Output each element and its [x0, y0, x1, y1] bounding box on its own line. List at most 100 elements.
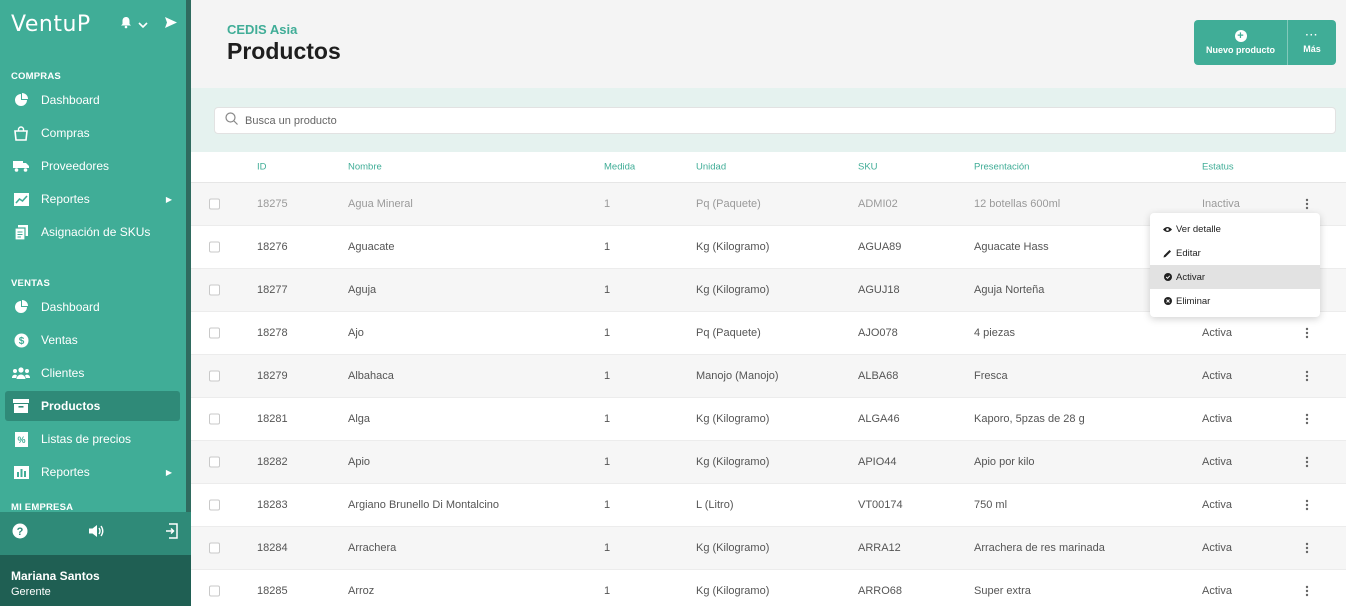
- cell-sku: ALBA68: [858, 370, 899, 382]
- sidebar-item-compras-dashboard[interactable]: Dashboard: [5, 85, 180, 115]
- menu-item-eliminar[interactable]: Eliminar: [1150, 289, 1320, 313]
- column-header-presentacion[interactable]: Presentación: [974, 162, 1029, 173]
- cell-estatus: Activa: [1202, 499, 1232, 511]
- cell-estatus: Activa: [1202, 370, 1232, 382]
- shopping-bag-icon: [12, 124, 30, 142]
- cell-presentacion: Fresca: [974, 370, 1008, 382]
- cell-medida: 1: [604, 198, 611, 210]
- cell-sku: ARRO68: [858, 585, 903, 597]
- pencil-icon: [1163, 249, 1172, 258]
- row-checkbox[interactable]: [209, 456, 220, 468]
- sidebar-item-ventas[interactable]: $ Ventas: [5, 325, 180, 355]
- cell-nombre: Aguacate: [348, 241, 395, 253]
- section-compras: COMPRAS: [11, 71, 61, 82]
- sidebar-item-listas-precios[interactable]: % Listas de precios: [5, 424, 180, 454]
- search-box[interactable]: [214, 107, 1336, 134]
- new-product-button[interactable]: + Nuevo producto: [1194, 20, 1288, 65]
- row-checkbox[interactable]: [209, 585, 220, 597]
- cell-presentacion: Super extra: [974, 585, 1031, 597]
- more-button[interactable]: ··· Más: [1288, 20, 1336, 65]
- cell-medida: 1: [604, 241, 611, 253]
- cell-sku: AGUA89: [858, 241, 902, 253]
- sidebar-item-ventas-dashboard[interactable]: Dashboard: [5, 292, 180, 322]
- row-actions-icon[interactable]: [1305, 370, 1309, 382]
- user-name: Mariana Santos: [11, 569, 100, 583]
- cell-sku: ADMI02: [858, 198, 898, 210]
- users-icon: [12, 364, 30, 382]
- bell-icon[interactable]: [120, 16, 132, 34]
- cell-sku: AGUJ18: [858, 284, 900, 296]
- sidebar-item-label: Ventas: [41, 333, 78, 347]
- column-header-nombre[interactable]: Nombre: [348, 162, 382, 173]
- row-checkbox[interactable]: [209, 241, 220, 253]
- sidebar-item-proveedores[interactable]: Proveedores: [5, 151, 180, 181]
- chevron-down-icon[interactable]: [138, 16, 148, 34]
- cell-sku: ALGA46: [858, 413, 900, 425]
- cell-presentacion: Arrachera de res marinada: [974, 542, 1105, 554]
- search-input[interactable]: [245, 114, 1245, 127]
- cell-presentacion: Kaporo, 5pzas de 28 g: [974, 413, 1085, 425]
- sidebar-item-clientes[interactable]: Clientes: [5, 358, 180, 388]
- row-checkbox[interactable]: [209, 198, 220, 210]
- column-header-medida[interactable]: Medida: [604, 162, 635, 173]
- cell-unidad: Kg (Kilogramo): [696, 456, 770, 468]
- row-checkbox[interactable]: [209, 499, 220, 511]
- column-header-estatus[interactable]: Estatus: [1202, 162, 1234, 173]
- row-actions-icon[interactable]: [1305, 542, 1309, 554]
- row-checkbox[interactable]: [209, 413, 220, 425]
- table-row[interactable]: 18279 Albahaca 1 Manojo (Manojo) ALBA68 Fresc…: [191, 355, 1346, 398]
- table-row[interactable]: 18281 Alga 1 Kg (Kilogramo) ALGA46 Kaporo, 5p…: [191, 398, 1346, 441]
- archive-icon: [12, 397, 30, 415]
- cell-unidad: Kg (Kilogramo): [696, 241, 770, 253]
- cell-nombre: Ajo: [348, 327, 364, 339]
- cell-medida: 1: [604, 370, 611, 382]
- more-dots-icon: ···: [1305, 29, 1319, 41]
- row-actions-icon[interactable]: [1305, 585, 1309, 597]
- sidebar-item-compras-reportes[interactable]: Reportes ▶: [5, 184, 180, 214]
- cell-nombre: Apio: [348, 456, 371, 468]
- cell-estatus: Activa: [1202, 327, 1232, 339]
- row-actions-icon[interactable]: [1305, 327, 1309, 339]
- cell-id: 18277: [257, 284, 288, 296]
- table-row[interactable]: 18282 Apio 1 Kg (Kilogramo) APIO44 Apio por k…: [191, 441, 1346, 484]
- menu-item-activar[interactable]: Activar: [1150, 265, 1320, 289]
- cell-medida: 1: [604, 413, 611, 425]
- row-actions-icon[interactable]: [1305, 413, 1309, 425]
- menu-item-ver-detalle[interactable]: Ver detalle: [1150, 217, 1320, 241]
- sidebar-item-ventas-reportes[interactable]: Reportes ▶: [5, 457, 180, 487]
- dollar-icon: $: [12, 331, 30, 349]
- row-actions-icon[interactable]: [1305, 198, 1309, 210]
- sidebar-item-compras[interactable]: Compras: [5, 118, 180, 148]
- send-icon[interactable]: [164, 16, 178, 34]
- truck-icon: [12, 157, 30, 175]
- pie-chart-icon: [12, 298, 30, 316]
- volume-icon[interactable]: [88, 524, 105, 543]
- cell-unidad: L (Litro): [696, 499, 734, 511]
- column-header-unidad[interactable]: Unidad: [696, 162, 726, 173]
- table-row[interactable]: 18278 Ajo 1 Pq (Paquete) AJO078 4 piezas Activ…: [191, 312, 1346, 355]
- row-checkbox[interactable]: [209, 284, 220, 296]
- caret-right-icon: ▶: [165, 194, 172, 204]
- sidebar-item-label: Proveedores: [41, 159, 110, 173]
- sidebar-item-asignacion-skus[interactable]: Asignación de SKUs: [5, 217, 180, 247]
- row-checkbox[interactable]: [209, 327, 220, 339]
- sidebar-item-productos[interactable]: Productos: [5, 391, 180, 421]
- row-checkbox[interactable]: [209, 370, 220, 382]
- table-row[interactable]: 18285 Arroz 1 Kg (Kilogramo) ARRO68 Super ext…: [191, 570, 1346, 606]
- row-checkbox[interactable]: [209, 542, 220, 554]
- column-header-sku[interactable]: SKU: [858, 162, 878, 173]
- table-row[interactable]: 18283 Argiano Brunello Di Montalcino 1 L (L…: [191, 484, 1346, 527]
- app-logo[interactable]: VentuP: [11, 12, 91, 37]
- row-actions-icon[interactable]: [1305, 456, 1309, 468]
- logout-icon[interactable]: [165, 523, 179, 544]
- cell-presentacion: Apio por kilo: [974, 456, 1035, 468]
- cell-presentacion: Aguja Norteña: [974, 284, 1045, 296]
- user-panel[interactable]: Mariana Santos Gerente: [0, 555, 191, 606]
- menu-item-editar[interactable]: Editar: [1150, 241, 1320, 265]
- sidebar-header: VentuP: [0, 0, 186, 50]
- row-actions-icon[interactable]: [1305, 499, 1309, 511]
- column-header-id[interactable]: ID: [257, 162, 267, 173]
- help-icon[interactable]: ?: [12, 523, 28, 544]
- table-row[interactable]: 18284 Arrachera 1 Kg (Kilogramo) ARRA12 Arrac…: [191, 527, 1346, 570]
- sidebar-item-label: Reportes: [41, 192, 90, 206]
